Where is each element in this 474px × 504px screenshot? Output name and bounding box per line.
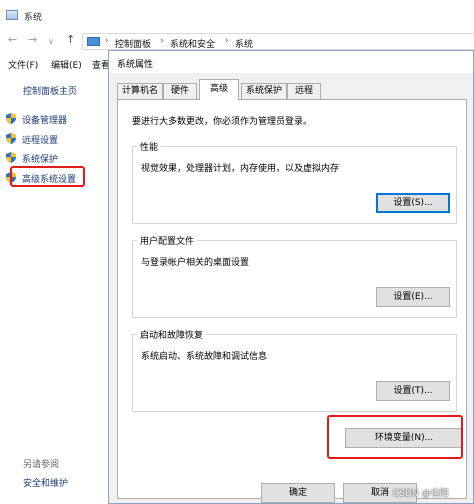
sidebar-item-label: 远程设置 xyxy=(22,136,59,146)
tab-hardware[interactable]: 硬件 xyxy=(163,83,197,99)
forward-arrow-icon[interactable]: → xyxy=(28,34,37,46)
shield-icon xyxy=(6,113,16,124)
performance-desc: 视觉效果，处理器计划，内存使用，以及虚拟内存 xyxy=(141,164,340,174)
breadcrumb-system[interactable]: 系统 xyxy=(235,37,253,50)
control-panel-icon xyxy=(87,37,100,46)
see-also-heading: 另请参阅 xyxy=(23,460,60,470)
startup-recovery-settings-button[interactable]: 设置(T)... xyxy=(376,381,450,401)
highlight-environment-variables xyxy=(327,415,463,459)
menu-bar: 文件(F) 编辑(E) 查看 xyxy=(0,54,120,72)
breadcrumb-control-panel[interactable]: 控制面板 xyxy=(115,37,151,50)
tab-remote[interactable]: 远程 xyxy=(287,83,321,99)
performance-title: 性能 xyxy=(137,140,162,153)
highlight-advanced-settings xyxy=(10,166,85,187)
shield-icon xyxy=(6,133,16,144)
breadcrumb-system-security[interactable]: 系统和安全 xyxy=(170,37,215,50)
user-profiles-settings-button[interactable]: 设置(E)... xyxy=(376,287,450,307)
window-icon xyxy=(6,10,18,20)
breadcrumb-separator: › xyxy=(225,36,229,46)
dialog-title: 系统属性 xyxy=(117,60,154,70)
sidebar-item-label: 系统保护 xyxy=(22,155,59,165)
sidebar-home-link[interactable]: 控制面板主页 xyxy=(23,84,77,97)
security-maintenance-link[interactable]: 安全和维护 xyxy=(23,476,68,489)
window-title: 系统 xyxy=(24,13,43,23)
user-profiles-group: 用户配置文件 与登录帐户相关的桌面设置 设置(E)... xyxy=(132,234,457,318)
sidebar: 控制面板主页 设备管理器 远程设置 系统保护 高级系统设置 另请参阅 安全和维护 xyxy=(0,76,110,504)
performance-settings-button[interactable]: 设置(S)... xyxy=(376,193,450,213)
admin-note: 要进行大多数更改，你必须作为管理员登录。 xyxy=(132,117,313,127)
dialog-titlebar: 系统属性 xyxy=(109,51,473,73)
up-arrow-icon[interactable]: ↑ xyxy=(66,34,75,46)
watermark: CSDN @也阳 xyxy=(393,489,449,499)
tab-computer-name[interactable]: 计算机名 xyxy=(117,83,163,99)
sidebar-item-label: 设备管理器 xyxy=(22,116,68,126)
back-arrow-icon[interactable]: ← xyxy=(8,34,17,46)
startup-recovery-desc: 系统启动、系统故障和调试信息 xyxy=(141,352,268,362)
startup-recovery-title: 启动和故障恢复 xyxy=(137,328,207,341)
window-titlebar: 系统 xyxy=(0,0,474,30)
tab-strip: 计算机名 硬件 高级 系统保护 远程 xyxy=(117,79,467,100)
tab-advanced[interactable]: 高级 xyxy=(199,79,239,100)
performance-group: 性能 视觉效果，处理器计划，内存使用，以及虚拟内存 设置(S)... xyxy=(132,140,457,224)
navigation-bar: ← → ∨ ↑ › 控制面板 › 系统和安全 › 系统 xyxy=(0,30,474,52)
history-dropdown-icon[interactable]: ∨ xyxy=(48,36,54,48)
user-profiles-title: 用户配置文件 xyxy=(137,234,198,247)
address-bar[interactable]: › 控制面板 › 系统和安全 › 系统 xyxy=(82,33,474,50)
user-profiles-desc: 与登录帐户相关的桌面设置 xyxy=(141,258,250,268)
breadcrumb-separator: › xyxy=(105,36,109,46)
tab-system-protection[interactable]: 系统保护 xyxy=(241,83,287,99)
menu-edit[interactable]: 编辑(E) xyxy=(51,58,82,71)
menu-file[interactable]: 文件(F) xyxy=(8,58,38,71)
shield-icon xyxy=(6,152,16,163)
ok-button[interactable]: 确定 xyxy=(261,483,335,503)
startup-recovery-group: 启动和故障恢复 系统启动、系统故障和调试信息 设置(T)... xyxy=(132,328,457,412)
breadcrumb-separator: › xyxy=(160,36,164,46)
